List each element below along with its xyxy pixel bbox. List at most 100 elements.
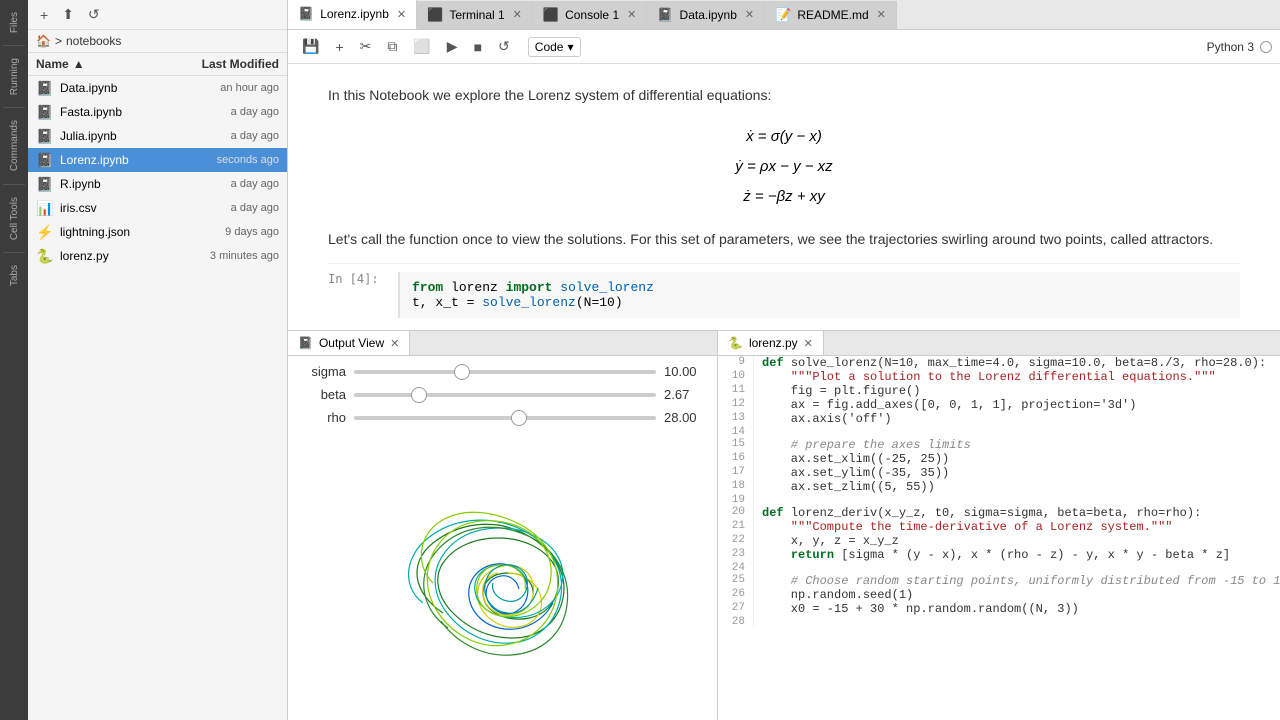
column-name[interactable]: Name ▲ — [36, 57, 169, 71]
chevron-down-icon: ▾ — [567, 40, 573, 54]
slider-value-beta: 2.67 — [664, 387, 709, 402]
slider-label-rho: rho — [296, 410, 346, 425]
file-icon: 📓 — [36, 151, 54, 169]
slider-rho[interactable] — [354, 416, 656, 420]
file-modified: 9 days ago — [169, 226, 279, 238]
line-number: 9 — [718, 356, 754, 370]
paste-button[interactable]: ⬜ — [407, 34, 436, 59]
file-item[interactable]: 📓 Fasta.ipynb a day ago — [28, 100, 287, 124]
run-button[interactable]: ▶ — [441, 34, 464, 59]
code-line-2: t, x_t = solve_lorenz(N=10) — [412, 295, 1228, 310]
cut-button[interactable]: ✂ — [354, 34, 378, 59]
tab-icon: 📓 — [298, 6, 314, 22]
file-name: iris.csv — [60, 201, 169, 215]
tab-label: Lorenz.ipynb — [320, 7, 389, 21]
column-modified[interactable]: Last Modified — [169, 57, 279, 71]
output-view-label: Output View — [319, 336, 384, 350]
slider-value-rho: 28.00 — [664, 410, 709, 425]
cell-code[interactable]: from lorenz import solve_lorenz t, x_t =… — [398, 272, 1240, 318]
restart-button[interactable]: ↺ — [492, 34, 516, 59]
tab-label: README.md — [797, 8, 868, 22]
tab-readmemd[interactable]: 📝 README.md ✕ — [765, 1, 897, 29]
tab-close[interactable]: ✕ — [627, 8, 636, 21]
breadcrumb-home-icon[interactable]: 🏠 — [36, 34, 51, 48]
equation-1: ẋ = σ(y − x) — [328, 122, 1240, 152]
upload-button[interactable]: ⬆ — [58, 4, 78, 25]
tab-dataipynb[interactable]: 📓 Data.ipynb ✕ — [647, 1, 765, 29]
line-number: 12 — [718, 398, 754, 412]
file-modified: a day ago — [169, 202, 279, 214]
code-line: 14 — [718, 426, 1280, 438]
line-number: 17 — [718, 466, 754, 480]
save-button[interactable]: 💾 — [296, 34, 325, 59]
file-item[interactable]: 📊 iris.csv a day ago — [28, 196, 287, 220]
file-item[interactable]: 📓 Lorenz.ipynb seconds ago — [28, 148, 287, 172]
lorenz-py-tab[interactable]: 🐍 lorenz.py ✕ — [718, 331, 824, 355]
sidebar-item-tabs[interactable]: Tabs — [9, 257, 20, 294]
line-code: # Choose random starting points, uniform… — [762, 574, 1280, 588]
tab-close[interactable]: ✕ — [397, 8, 406, 21]
file-name: Fasta.ipynb — [60, 105, 169, 119]
file-icon: 📓 — [36, 175, 54, 193]
file-icon: 📓 — [36, 127, 54, 145]
file-item[interactable]: 📓 Data.ipynb an hour ago — [28, 76, 287, 100]
output-view-tab[interactable]: 📓 Output View ✕ — [288, 331, 410, 355]
line-number: 16 — [718, 452, 754, 466]
sidebar-item-commands[interactable]: Commands — [9, 112, 20, 179]
tab-icon: 📓 — [657, 7, 673, 23]
line-number: 15 — [718, 438, 754, 452]
code-line: 12 ax = fig.add_axes([0, 0, 1, 1], proje… — [718, 398, 1280, 412]
line-code: ax.axis('off') — [762, 412, 892, 426]
kernel-select-label: Code — [535, 40, 564, 54]
line-number: 23 — [718, 548, 754, 562]
sidebar-item-files[interactable]: Files — [9, 4, 20, 41]
line-code: fig = plt.figure() — [762, 384, 920, 398]
sidebar-item-cell-tools[interactable]: Cell Tools — [9, 189, 20, 248]
code-line: 17 ax.set_ylim((-35, 35)) — [718, 466, 1280, 480]
file-list-header: Name ▲ Last Modified — [28, 53, 287, 76]
tab-console1[interactable]: ⬛ Console 1 ✕ — [533, 1, 647, 29]
file-item[interactable]: 📓 R.ipynb a day ago — [28, 172, 287, 196]
line-number: 21 — [718, 520, 754, 534]
tab-close[interactable]: ✕ — [513, 8, 522, 21]
toolbar-divider-1 — [3, 45, 25, 46]
file-name: R.ipynb — [60, 177, 169, 191]
file-item[interactable]: ⚡ lightning.json 9 days ago — [28, 220, 287, 244]
file-modified: 3 minutes ago — [169, 250, 279, 262]
tab-label: Console 1 — [565, 8, 619, 22]
equation-3: ż = −βz + xy — [328, 182, 1240, 212]
tab-close[interactable]: ✕ — [745, 8, 754, 21]
file-item[interactable]: 🐍 lorenz.py 3 minutes ago — [28, 244, 287, 268]
tab-terminal1[interactable]: ⬛ Terminal 1 ✕ — [417, 1, 533, 29]
file-modified: a day ago — [169, 130, 279, 142]
line-number: 19 — [718, 494, 754, 506]
breadcrumb-folder[interactable]: notebooks — [66, 34, 121, 48]
file-item[interactable]: 📓 Julia.ipynb a day ago — [28, 124, 287, 148]
sort-icon: ▲ — [73, 57, 85, 71]
file-modified: seconds ago — [169, 154, 279, 166]
stop-button[interactable]: ■ — [468, 35, 488, 59]
slider-label-beta: beta — [296, 387, 346, 402]
file-modified: an hour ago — [169, 82, 279, 94]
copy-button[interactable]: ⧉ — [381, 34, 403, 59]
sidebar-item-running[interactable]: Running — [9, 50, 20, 103]
lorenz-attractor-svg: .lorenz-path { fill: none; stroke-width:… — [393, 473, 613, 673]
left-toolbar: Files Running Commands Cell Tools Tabs — [0, 0, 28, 720]
output-view-close[interactable]: ✕ — [390, 337, 399, 350]
code-panel-close[interactable]: ✕ — [804, 337, 813, 350]
kernel-select[interactable]: Code ▾ — [528, 37, 581, 57]
add-cell-button[interactable]: + — [329, 35, 349, 59]
new-file-button[interactable]: + — [36, 5, 52, 25]
code-panel-content[interactable]: 9 def solve_lorenz(N=10, max_time=4.0, s… — [718, 356, 1280, 720]
tab-icon: ⬛ — [543, 7, 559, 23]
tab-lorenzipynb[interactable]: 📓 Lorenz.ipynb ✕ — [288, 0, 417, 29]
breadcrumb: 🏠 > notebooks — [28, 30, 287, 53]
refresh-button[interactable]: ↺ — [84, 4, 104, 25]
sliders-container: sigma 10.00 beta 2.67 rho 28.00 — [296, 364, 709, 433]
slider-beta[interactable] — [354, 393, 656, 397]
slider-sigma[interactable] — [354, 370, 656, 374]
file-name: lorenz.py — [60, 249, 169, 263]
tab-close[interactable]: ✕ — [877, 8, 886, 21]
output-view-icon: 📓 — [298, 336, 313, 350]
code-line: 28 — [718, 616, 1280, 628]
